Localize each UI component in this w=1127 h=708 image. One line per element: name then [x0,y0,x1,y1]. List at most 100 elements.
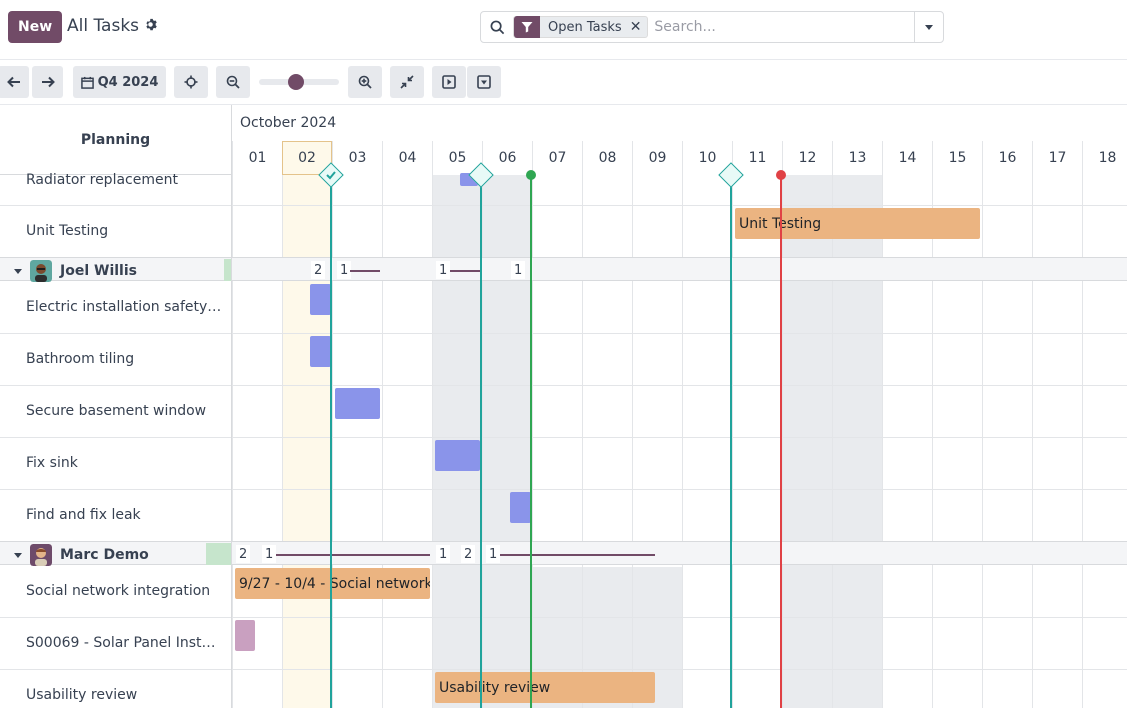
period-button[interactable]: Q4 2024 [73,66,166,98]
day-header-14: 14 [882,141,932,175]
grid-line [882,175,883,708]
row-label[interactable]: Electric installation safety ch… [26,299,224,315]
task-bar[interactable]: Usability review [435,672,655,703]
gear-icon[interactable] [144,18,157,35]
gantt-toolbar: Q4 2024 [0,66,1127,100]
day-header-16: 16 [982,141,1032,175]
arrow-left-icon [6,76,20,88]
task-bar[interactable] [310,284,331,315]
control-panel: New All Tasks Open Tasks ✕ Search... [0,0,1127,56]
day-header-18: 18 [1082,141,1127,175]
task-bar[interactable] [510,492,531,523]
day-header-04: 04 [382,141,432,175]
milestone-dot[interactable] [526,170,536,180]
next-button[interactable] [32,66,63,98]
milestone-line [530,175,532,708]
task-bar[interactable] [235,620,255,651]
pill-count[interactable]: 1 [511,261,526,279]
period-label: Q4 2024 [97,74,159,90]
pill-count[interactable]: 1 [436,261,451,279]
day-header-13: 13 [832,141,882,175]
pill-line [450,270,480,272]
grid-line [932,175,933,708]
task-bar[interactable]: Unit Testing [735,208,980,239]
zoom-slider-handle[interactable] [287,74,304,90]
grid-line [1082,175,1083,708]
zoom-slider[interactable] [259,74,339,90]
row-label[interactable]: Social network integration [26,583,224,599]
header-divider [0,59,1127,60]
gantt-view: Planning October 2024 01 02 03 04 05 06 07 08 09… [0,104,1127,708]
crosshair-icon [184,75,198,89]
zoom-in-button[interactable] [348,66,382,98]
milestone-line [330,175,332,708]
grid-line [482,175,483,708]
task-bar[interactable] [310,336,331,367]
row-label[interactable]: Radiator replacement [26,172,224,188]
row-label[interactable]: Secure basement window [26,403,224,419]
pill-line [500,554,655,556]
previous-button[interactable] [0,66,29,98]
zoom-out-button[interactable] [216,66,250,98]
pill-count[interactable]: 1 [486,545,501,563]
task-bar[interactable] [335,388,380,419]
task-bar[interactable] [435,440,480,471]
day-header-08: 08 [582,141,632,175]
grid-line [432,175,433,708]
compress-icon [400,75,414,89]
pill-count[interactable]: 1 [436,545,451,563]
zoom-in-icon [358,75,372,89]
pill-count[interactable]: 1 [262,545,277,563]
deadline-line [780,175,782,708]
expand-rows-button[interactable] [432,66,466,98]
day-header-12: 12 [782,141,832,175]
day-header-07: 07 [532,141,582,175]
deadline-dot[interactable] [776,170,786,180]
filter-icon [514,16,540,38]
grid-line [732,175,733,708]
calendar-icon [80,76,94,89]
search-bar[interactable]: Open Tasks ✕ Search... [480,11,944,43]
grid-line [382,175,383,708]
row-label[interactable]: Fix sink [26,455,224,471]
row-label[interactable]: Find and fix leak [26,507,224,523]
page-title-text: All Tasks [67,16,140,36]
day-header-17: 17 [1032,141,1082,175]
pill-count[interactable]: 2 [461,545,476,563]
pill-line [350,270,380,272]
today-column [282,175,332,708]
grid-line [582,175,583,708]
grid-line [982,175,983,708]
search-input[interactable]: Search... [654,19,914,35]
task-bar[interactable]: 9/27 - 10/4 - Social network… [235,568,430,599]
focus-today-button[interactable] [174,66,208,98]
planning-header: Planning [0,105,232,175]
caret-square-right-icon [442,75,456,89]
day-header-15: 15 [932,141,982,175]
grid-line [532,175,533,708]
grid-line [282,175,283,708]
search-options-toggle[interactable] [914,12,943,42]
remove-facet-icon[interactable]: ✕ [628,19,648,35]
row-label[interactable]: Bathroom tiling [26,351,224,367]
compress-button[interactable] [390,66,424,98]
row-label[interactable]: S00069 - Solar Panel Installati… [26,635,224,651]
milestone-line [480,175,482,708]
check-icon [326,171,336,180]
grid-line [832,175,833,708]
grid-line [232,175,233,708]
day-header-01: 01 [232,141,282,175]
row-label[interactable]: Usability review [26,687,224,703]
caret-down-icon [925,24,933,30]
pill-count[interactable]: 2 [311,261,326,279]
day-header-09: 09 [632,141,682,175]
search-icon [481,20,513,35]
page-title: All Tasks [67,16,157,36]
row-label[interactable]: Unit Testing [26,223,224,239]
gantt-body: Joel Willis 2 1 1 1 Marc Demo 2 1 1 2 1 [0,162,1127,708]
row-headers [0,175,232,708]
new-button[interactable]: New [8,11,63,43]
pill-count[interactable]: 2 [236,545,251,563]
grid-line [332,175,333,708]
collapse-rows-button[interactable] [467,66,501,98]
